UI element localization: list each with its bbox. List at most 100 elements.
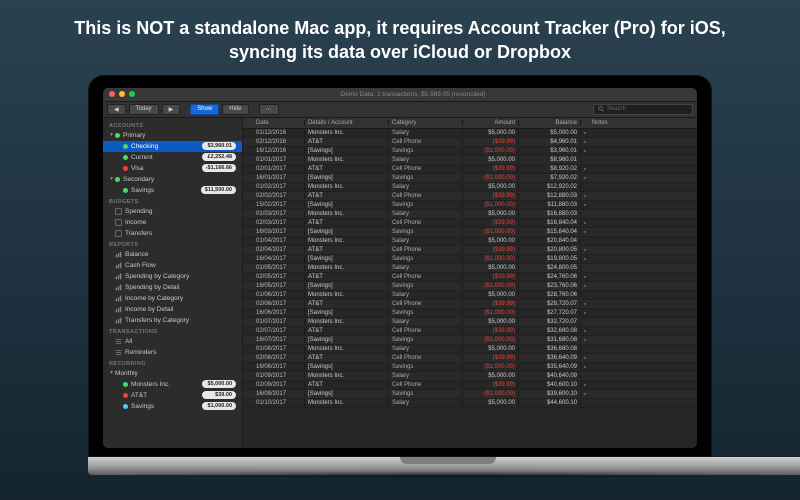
recurring-item[interactable]: Monsters Inc.$5,000.00 — [103, 379, 242, 390]
cell-amount: ($1,000.00) — [463, 337, 519, 343]
table-row[interactable]: 02/06/2017AT&TCell Phone($39.99)$28,720.… — [243, 300, 697, 309]
filter-button[interactable]: ⋯ — [259, 104, 279, 115]
reconciled-icon: ● — [581, 382, 589, 387]
today-button[interactable]: Today — [129, 104, 159, 115]
table-row[interactable]: 01/10/2017Monsters Inc.Salary$5,000.00$4… — [243, 399, 697, 408]
prev-button[interactable]: ◀ — [107, 104, 126, 115]
cell-details: AT&T — [305, 328, 389, 334]
table-row[interactable]: 02/09/2017AT&TCell Phone($39.99)$40,600.… — [243, 381, 697, 390]
account-group[interactable]: ▼Primary — [103, 130, 242, 141]
cell-balance: $28,720.07 — [519, 301, 581, 307]
table-row[interactable]: 16/06/2017[Savings]Savings($1,000.00)$27… — [243, 309, 697, 318]
report-item[interactable]: Income by Category — [103, 293, 242, 304]
recurring-group[interactable]: ▼Monthly — [103, 368, 242, 379]
report-item[interactable]: Spending by Category — [103, 271, 242, 282]
table-row[interactable]: 01/12/2016Monsters Inc.Salary$5,000.00$5… — [243, 129, 697, 138]
next-button[interactable]: ▶ — [162, 104, 181, 115]
table-row[interactable]: 01/07/2017Monsters Inc.Salary$5,000.00$3… — [243, 318, 697, 327]
cell-date: 16/06/2017 — [253, 310, 305, 316]
table-row[interactable]: 01/06/2017Monsters Inc.Salary$5,000.00$2… — [243, 291, 697, 300]
recurring-item[interactable]: AT&T$39.00 — [103, 390, 242, 401]
cell-details: AT&T — [305, 301, 389, 307]
account-group[interactable]: ▼Secondary — [103, 174, 242, 185]
report-item[interactable]: Cash Flow — [103, 260, 242, 271]
cell-details: AT&T — [305, 166, 389, 172]
table-row[interactable]: 01/04/2017Monsters Inc.Salary$5,000.00$2… — [243, 237, 697, 246]
reconciled-icon: ● — [581, 337, 589, 342]
table-row[interactable]: 01/01/2017Monsters Inc.Salary$5,000.00$8… — [243, 156, 697, 165]
balance-badge: $3,960.01 — [202, 142, 236, 150]
cell-balance: $23,760.06 — [519, 283, 581, 289]
show-button[interactable]: Show — [190, 104, 219, 115]
cell-amount: $5,000.00 — [463, 157, 519, 163]
transaction-item[interactable]: All — [103, 336, 242, 347]
table-row[interactable]: 16/05/2017[Savings]Savings($1,000.00)$23… — [243, 282, 697, 291]
cell-details: [Savings] — [305, 202, 389, 208]
report-item[interactable]: Transfers by Category — [103, 315, 242, 326]
col-notes[interactable]: Notes — [589, 120, 697, 126]
item-label: Balance — [125, 250, 236, 259]
transaction-item[interactable]: Reminders — [103, 347, 242, 358]
report-item[interactable]: Income by Detail — [103, 304, 242, 315]
cell-category: Cell Phone — [389, 382, 463, 388]
reconciled-icon: ● — [581, 256, 589, 261]
table-row[interactable]: 16/08/2017[Savings]Savings($1,000.00)$35… — [243, 363, 697, 372]
search-input[interactable]: Search — [593, 104, 693, 115]
report-item[interactable]: Balance — [103, 249, 242, 260]
col-date[interactable]: Date — [253, 120, 305, 126]
cell-balance: $5,000.00 — [519, 130, 581, 136]
col-balance[interactable]: Balance — [519, 120, 581, 126]
table-row[interactable]: 02/12/2016AT&TCell Phone($39.99)$4,960.0… — [243, 138, 697, 147]
table-row[interactable]: 02/03/2017AT&TCell Phone($39.99)$16,840.… — [243, 219, 697, 228]
cell-details: Monsters Inc. — [305, 400, 389, 406]
table-row[interactable]: 02/05/2017AT&TCell Phone($39.99)$24,760.… — [243, 273, 697, 282]
cell-balance: $19,800.05 — [519, 256, 581, 262]
cell-details: [Savings] — [305, 148, 389, 154]
table-row[interactable]: 02/04/2017AT&TCell Phone($39.99)$20,800.… — [243, 246, 697, 255]
table-row[interactable]: 16/12/2016[Savings]Savings($1,000.00)$3,… — [243, 147, 697, 156]
cell-balance: $4,960.01 — [519, 139, 581, 145]
section-header: ACCOUNTS — [103, 120, 242, 130]
table-row[interactable]: 01/05/2017Monsters Inc.Salary$5,000.00$2… — [243, 264, 697, 273]
report-item[interactable]: Spending by Detail — [103, 282, 242, 293]
cell-date: 16/12/2016 — [253, 148, 305, 154]
table-row[interactable]: 01/09/2017Monsters Inc.Salary$5,000.00$4… — [243, 372, 697, 381]
table-row[interactable]: 01/08/2017Monsters Inc.Salary$5,000.00$3… — [243, 345, 697, 354]
cell-category: Cell Phone — [389, 328, 463, 334]
cell-balance: $12,880.03 — [519, 193, 581, 199]
account-item[interactable]: Checking$3,960.01 — [103, 141, 242, 152]
table-row[interactable]: 16/01/2017[Savings]Savings($1,000.00)$7,… — [243, 174, 697, 183]
col-details[interactable]: Details / Account — [305, 120, 389, 126]
table-row[interactable]: 16/07/2017[Savings]Savings($1,000.00)$31… — [243, 336, 697, 345]
col-category[interactable]: Category — [389, 120, 463, 126]
cell-amount: ($1,000.00) — [463, 148, 519, 154]
table-row[interactable]: 02/08/2017AT&TCell Phone($39.99)$36,640.… — [243, 354, 697, 363]
account-item[interactable]: Current£2,252.48 — [103, 152, 242, 163]
table-row[interactable]: 02/07/2017AT&TCell Phone($39.99)$32,680.… — [243, 327, 697, 336]
cell-date: 01/10/2017 — [253, 400, 305, 406]
budget-item[interactable]: Spending — [103, 206, 242, 217]
table-row[interactable]: 01/02/2017Monsters Inc.Salary$5,000.00$1… — [243, 183, 697, 192]
budget-item[interactable]: Transfers — [103, 228, 242, 239]
account-item[interactable]: Visa-$1,166.66 — [103, 163, 242, 174]
promo-text: This is NOT a standalone Mac app, it req… — [0, 0, 800, 75]
table-row[interactable]: 15/02/2017[Savings]Savings($1,000.00)$11… — [243, 201, 697, 210]
account-item[interactable]: Savings$11,500.00 — [103, 185, 242, 196]
table-row[interactable]: 16/04/2017[Savings]Savings($1,000.00)$19… — [243, 255, 697, 264]
cell-date: 01/03/2017 — [253, 211, 305, 217]
table-row[interactable]: 01/03/2017Monsters Inc.Salary$5,000.00$1… — [243, 210, 697, 219]
cell-date: 02/05/2017 — [253, 274, 305, 280]
hide-button[interactable]: Hide — [222, 104, 248, 115]
table-row[interactable]: 16/03/2017[Savings]Savings($1,000.00)$15… — [243, 228, 697, 237]
close-icon[interactable] — [109, 91, 115, 97]
cell-category: Salary — [389, 265, 463, 271]
minimize-icon[interactable] — [119, 91, 125, 97]
recurring-item[interactable]: Savings$1,000.00 — [103, 401, 242, 412]
table-row[interactable]: 02/01/2017AT&TCell Phone($39.99)$8,920.0… — [243, 165, 697, 174]
cell-amount: ($1,000.00) — [463, 283, 519, 289]
table-row[interactable]: 02/02/2017AT&TCell Phone($39.99)$12,880.… — [243, 192, 697, 201]
table-row[interactable]: 16/09/2017[Savings]Savings($1,000.00)$39… — [243, 390, 697, 399]
budget-item[interactable]: Income — [103, 217, 242, 228]
balance-badge: $39.00 — [202, 391, 236, 399]
col-amount[interactable]: Amount — [463, 120, 519, 126]
